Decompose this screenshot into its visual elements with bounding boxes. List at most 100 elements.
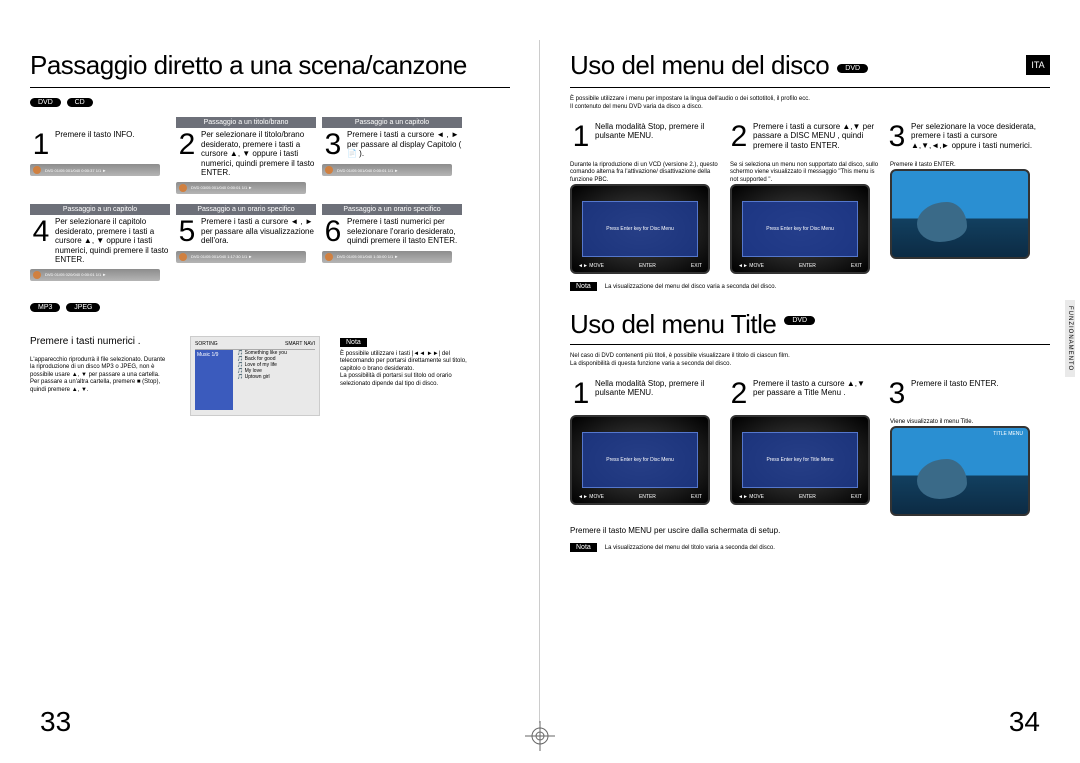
intro-text-1: È possibile utilizzare i menu per impost… xyxy=(570,96,1050,112)
osd-display: DVD 01/05 020/040 0:00:01 1/1 ► xyxy=(30,269,160,281)
crt-btn: ◄► MOVE xyxy=(578,263,604,269)
step-number: 2 xyxy=(728,122,750,152)
crt-screen-photo xyxy=(890,169,1030,259)
step-header: Passaggio a un capitolo xyxy=(30,204,170,215)
nota-label: Nota xyxy=(570,543,597,552)
step-number: 4 xyxy=(30,217,52,265)
nota-label: Nota xyxy=(570,282,597,291)
format-badges: DVD CD xyxy=(30,96,510,107)
language-badge: ITA xyxy=(1026,55,1050,75)
nota-text: La visualizzazione del menu del titolo v… xyxy=(605,545,775,551)
step-text: Premere i tasti a cursore ◄ , ► per pass… xyxy=(201,217,316,247)
osd-display: DVD 01/05 001/040 1:30:00 1/1 ► xyxy=(322,251,452,263)
badge-cd: CD xyxy=(67,98,93,107)
step-text: Per selezionare il capitolo desiderato, … xyxy=(55,217,170,265)
step-number: 2 xyxy=(728,379,750,409)
step-text: Per selezionare la voce desiderata, prem… xyxy=(911,122,1036,152)
figure-caption: Premere il tasto ENTER. xyxy=(890,162,1040,170)
title-rule xyxy=(30,87,510,88)
intro-text-2: Nel caso di DVD contenenti più titoli, è… xyxy=(570,353,1050,369)
step-number: 3 xyxy=(322,130,344,160)
crt-screen: Press Enter key for Disc Menu ◄► MOVEENT… xyxy=(730,184,870,274)
nota-label: Nota xyxy=(340,338,367,347)
step-text: Premere il tasto INFO. xyxy=(55,130,135,160)
step-text: Premere i tasti a cursore ▲,▼ per passar… xyxy=(753,122,878,152)
step-text: Nella modalità Stop, premere il pulsante… xyxy=(595,122,720,152)
title-rule xyxy=(570,344,1050,345)
mp3-title: Premere i tasti numerici . xyxy=(30,336,170,347)
step-text: Premere i tasti numerici per selezionare… xyxy=(347,217,462,247)
closing-note: Premere il tasto MENU per uscire dalla s… xyxy=(570,526,1050,535)
screen-smartnavi: SMART NAVI xyxy=(285,341,315,347)
mp3-jpeg-section: Premere i tasti numerici . L'apparecchio… xyxy=(30,336,510,416)
disc-menu-figures: Durante la riproduzione di un VCD (versi… xyxy=(570,158,1050,275)
crt-btn: ENTER xyxy=(639,263,656,269)
step-number: 1 xyxy=(570,379,592,409)
folder-label: Music 1/9 xyxy=(197,352,231,358)
step-number: 5 xyxy=(176,217,198,247)
step-header: Passaggio a un capitolo xyxy=(322,117,462,128)
crt-screen-photo: TITLE MENU xyxy=(890,426,1030,516)
track-item: Uptown girl xyxy=(245,374,270,380)
badge-dvd: DVD xyxy=(30,98,61,107)
page-title-left: Passaggio diretto a una scena/canzone xyxy=(30,50,510,81)
osd-display: DVD 01/05 001/040 0:00:37 1/1 ► xyxy=(30,164,160,176)
crt-screen: Press Enter key for Title Menu ◄► MOVEEN… xyxy=(730,415,870,505)
crt-title-badge: TITLE MENU xyxy=(993,431,1023,437)
crt-btn: EXIT xyxy=(691,263,702,269)
step-text: Premere il tasto a cursore ▲,▼ per passa… xyxy=(753,379,878,409)
step-text: Premere i tasti a cursore ◄ , ► per pass… xyxy=(347,130,462,160)
step-text: Premere il tasto ENTER. xyxy=(911,379,999,409)
osd-text: DVD 01/05 001/040 0:00:37 1/1 ► xyxy=(45,168,106,173)
step-number: 6 xyxy=(322,217,344,247)
crt-text: Press Enter key for Disc Menu xyxy=(766,226,834,232)
step-number: 2 xyxy=(176,130,198,178)
crt-btn: EXIT xyxy=(691,494,702,500)
badge-mp3: MP3 xyxy=(30,303,60,312)
dolphin-icon xyxy=(917,202,967,242)
nota-text: La visualizzazione del menu del disco va… xyxy=(605,284,776,290)
crt-screen: Press Enter key for Disc Menu ◄► MOVE ENT… xyxy=(570,184,710,274)
folder-pane: Music 1/9 xyxy=(195,350,233,410)
page-number: 33 xyxy=(40,706,71,738)
step-header: Passaggio a un orario specifico xyxy=(176,204,316,215)
osd-text: DVD 01/05 001/040 0:00:01 1/1 ► xyxy=(337,168,398,173)
osd-display: DVD 01/05 001/040 1:17:30 1/1 ► xyxy=(176,251,306,263)
disc-menu-steps: 1 Nella modalità Stop, premere il pulsan… xyxy=(570,122,1050,152)
manual-spread: Passaggio diretto a una scena/canzone DV… xyxy=(0,0,1080,763)
crt-btn: ◄► MOVE xyxy=(738,263,764,269)
step-header: Passaggio a un titolo/brano xyxy=(176,117,316,128)
osd-text: DVD 01/05 020/040 0:00:01 1/1 ► xyxy=(45,272,106,277)
osd-display: DVD 01/05 001/040 0:00:01 1/1 ► xyxy=(322,164,452,176)
figure-caption: Durante la riproduzione di un VCD (versi… xyxy=(570,162,720,185)
note-disc-menu: Nota La visualizzazione del menu del dis… xyxy=(570,282,1050,291)
crt-btn: EXIT xyxy=(851,263,862,269)
step-3: Passaggio a un capitolo 3 Premere i tast… xyxy=(322,117,462,194)
section-tab: FUNZIONAMENTO xyxy=(1065,300,1075,377)
step-number: 3 xyxy=(886,122,908,152)
dolphin-icon xyxy=(917,459,967,499)
badge-jpeg: JPEG xyxy=(66,303,100,312)
osd-display: DVD 03/05 001/040 0:00:01 1/1 ► xyxy=(176,182,306,194)
mp3-navigator-screen: SORTING SMART NAVI Music 1/9 🎵 Something… xyxy=(190,336,320,416)
step-4: Passaggio a un capitolo 4 Per selezionar… xyxy=(30,204,170,281)
crt-btn: ENTER xyxy=(639,494,656,500)
steps-row-2: Passaggio a un capitolo 4 Per selezionar… xyxy=(30,204,510,281)
crt-text: Press Enter key for Disc Menu xyxy=(606,226,674,232)
osd-text: DVD 01/05 001/040 1:17:30 1/1 ► xyxy=(191,254,252,259)
page-33: Passaggio diretto a una scena/canzone DV… xyxy=(0,0,540,763)
crt-btn: ENTER xyxy=(799,494,816,500)
page-number: 34 xyxy=(1009,706,1040,738)
title-rule xyxy=(570,87,1050,88)
nota-block-left: Nota È possibile utilizzare i tasti |◄◄ … xyxy=(340,336,480,416)
title-menu-figures: Press Enter key for Disc Menu ◄► MOVEENT… xyxy=(570,415,1050,517)
crt-text: Press Enter key for Disc Menu xyxy=(606,457,674,463)
osd-text: DVD 03/05 001/040 0:00:01 1/1 ► xyxy=(191,185,252,190)
note-title-menu: Nota La visualizzazione del menu del tit… xyxy=(570,543,1050,552)
step-text: Per selezionare il titolo/brano desidera… xyxy=(201,130,316,178)
crt-text: Press Enter key for Title Menu xyxy=(767,457,834,463)
step-number: 3 xyxy=(886,379,908,409)
screen-sorting: SORTING xyxy=(195,341,218,347)
figure-caption: Se si seleziona un menu non supportato d… xyxy=(730,162,880,185)
badge-dvd: DVD xyxy=(784,316,815,325)
